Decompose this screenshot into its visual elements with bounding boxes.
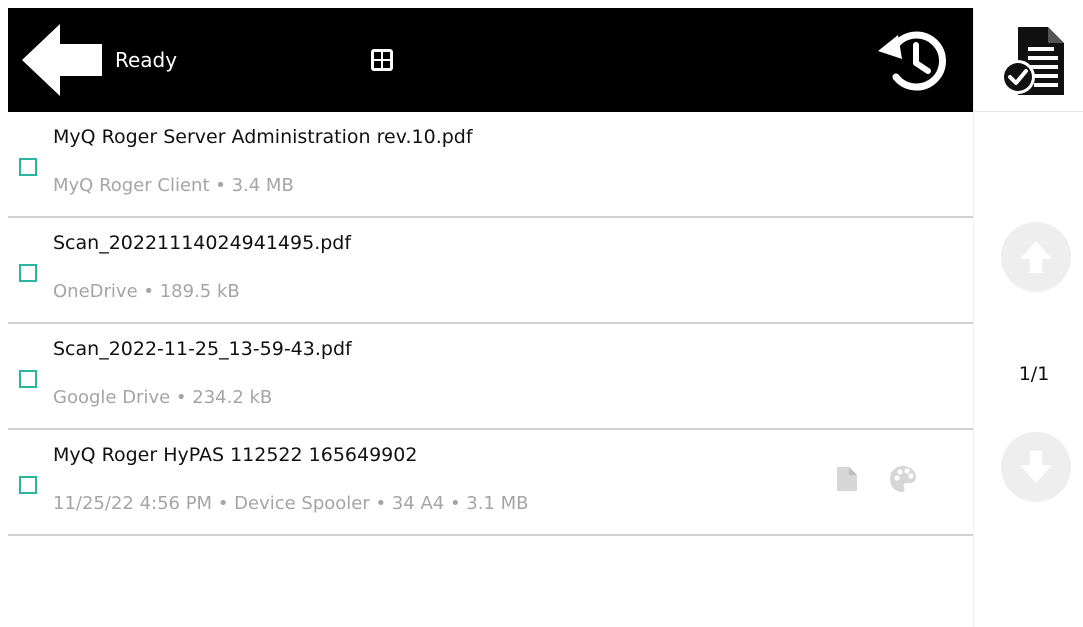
file-row[interactable]: Scan_20221114024941495.pdf OneDrive • 18…: [8, 218, 973, 324]
back-arrow-icon: [22, 24, 102, 96]
file-row[interactable]: MyQ Roger Server Administration rev.10.p…: [8, 112, 973, 218]
page-up-button[interactable]: [1001, 222, 1071, 292]
page-down-button[interactable]: [1001, 432, 1071, 502]
history-icon: [878, 31, 946, 91]
grid-view-icon: [371, 49, 393, 71]
document-status-button[interactable]: [998, 25, 1068, 97]
file-meta: OneDrive • 189.5 kB: [53, 281, 240, 302]
top-strip: [0, 0, 1083, 8]
file-meta: 11/25/22 4:56 PM • Device Spooler • 34 A…: [53, 493, 529, 514]
file-meta: Google Drive • 234.2 kB: [53, 387, 273, 408]
file-checkbox[interactable]: [19, 158, 37, 176]
file-meta: MyQ Roger Client • 3.4 MB: [53, 175, 294, 196]
document-icon: [836, 466, 858, 496]
header-bar: Ready: [8, 8, 973, 112]
status-text: Ready: [115, 48, 178, 72]
file-row-icons: [836, 464, 918, 494]
file-name: Scan_2022-11-25_13-59-43.pdf: [53, 338, 352, 360]
grid-view-button[interactable]: [370, 48, 394, 72]
file-row[interactable]: MyQ Roger HyPAS 112522 165649902 11/25/2…: [8, 430, 973, 536]
palette-icon: [888, 464, 918, 498]
page-indicator: 1/1: [1018, 363, 1050, 385]
app-root: Ready MyQ Roger Server Administration re…: [0, 0, 1083, 627]
arrow-down-icon: [1020, 451, 1052, 483]
document-check-icon: [1001, 27, 1064, 95]
side-panel-top: [974, 8, 1083, 112]
history-button[interactable]: [872, 25, 948, 95]
file-checkbox[interactable]: [19, 476, 37, 494]
file-list: MyQ Roger Server Administration rev.10.p…: [8, 112, 973, 536]
file-name: MyQ Roger Server Administration rev.10.p…: [53, 126, 473, 148]
arrow-up-icon: [1020, 241, 1052, 273]
file-checkbox[interactable]: [19, 370, 37, 388]
side-panel: 1/1: [973, 8, 1083, 627]
file-name: MyQ Roger HyPAS 112522 165649902: [53, 444, 418, 466]
back-button[interactable]: [20, 22, 104, 98]
file-row[interactable]: Scan_2022-11-25_13-59-43.pdf Google Driv…: [8, 324, 973, 430]
file-checkbox[interactable]: [19, 264, 37, 282]
file-name: Scan_20221114024941495.pdf: [53, 232, 352, 254]
